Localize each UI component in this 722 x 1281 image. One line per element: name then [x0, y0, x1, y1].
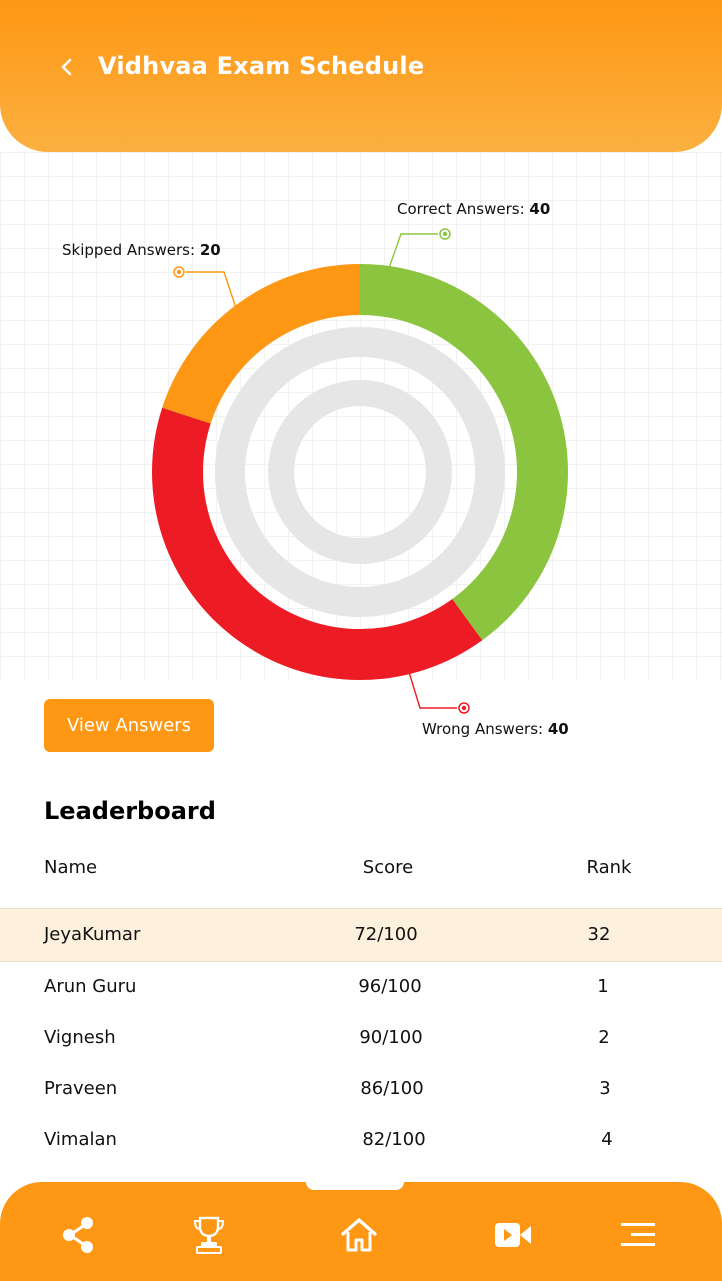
skipped-leader-line — [186, 271, 237, 309]
trophy-icon — [193, 1216, 225, 1254]
row-score: 96/100 — [358, 976, 422, 997]
skipped-answers-label: Skipped Answers: 20 — [62, 241, 221, 259]
row-rank: 3 — [599, 1078, 611, 1099]
nav-videos-button[interactable] — [491, 1213, 535, 1257]
row-rank: 2 — [598, 1027, 610, 1048]
answers-donut-chart: Correct Answers: 40 Skipped Answers: 20 … — [62, 200, 569, 738]
correct-answers-label: Correct Answers: 40 — [397, 200, 550, 218]
table-row-current-user[interactable]: JeyaKumar 72/100 32 — [0, 908, 722, 962]
nav-menu-button[interactable] — [616, 1213, 660, 1257]
wrong-answers-value: 40 — [548, 720, 569, 738]
table-row[interactable]: Praveen 86/100 3 — [0, 1063, 722, 1115]
row-name: Vignesh — [44, 1027, 116, 1048]
correct-answers-label-text: Correct Answers: — [397, 200, 529, 218]
row-name: Vimalan — [44, 1129, 117, 1150]
row-score: 82/100 — [362, 1129, 426, 1150]
sheet-handle[interactable] — [306, 1172, 404, 1190]
menu-icon — [621, 1223, 655, 1246]
row-score: 86/100 — [360, 1078, 424, 1099]
wrong-answers-label-text: Wrong Answers: — [422, 720, 548, 738]
table-row[interactable]: Vignesh 90/100 2 — [0, 1012, 722, 1064]
row-rank: 4 — [601, 1129, 613, 1150]
column-header-rank: Rank — [586, 857, 632, 878]
correct-answers-value: 40 — [529, 200, 550, 218]
row-rank: 32 — [587, 924, 611, 945]
inner-ring-inner — [268, 380, 452, 564]
row-score: 72/100 — [354, 924, 418, 945]
wrong-leader-line — [408, 671, 457, 709]
correct-leader-line — [388, 233, 438, 269]
home-icon — [341, 1218, 377, 1252]
wrong-answers-label: Wrong Answers: 40 — [422, 720, 569, 738]
correct-marker-dot — [442, 231, 448, 237]
table-row[interactable]: Vimalan 82/100 4 — [0, 1114, 722, 1166]
column-header-name: Name — [44, 857, 98, 878]
row-name: Arun Guru — [44, 976, 137, 997]
skipped-answers-label-text: Skipped Answers: — [62, 241, 200, 259]
column-header-score: Score — [362, 857, 414, 878]
video-camera-icon — [495, 1223, 531, 1247]
table-row[interactable]: Arun Guru 96/100 1 — [0, 961, 722, 1013]
row-name: JeyaKumar — [44, 924, 141, 945]
share-icon — [63, 1217, 93, 1253]
leaderboard-title: Leaderboard — [44, 797, 216, 825]
nav-home-button[interactable] — [337, 1213, 381, 1257]
row-name: Praveen — [44, 1078, 118, 1099]
nav-leaderboard-button[interactable] — [187, 1213, 231, 1257]
row-score: 90/100 — [359, 1027, 423, 1048]
wrong-marker-dot — [461, 705, 467, 711]
skipped-marker-dot — [176, 269, 182, 275]
view-answers-button[interactable]: View Answers — [44, 699, 214, 752]
row-rank: 1 — [597, 976, 609, 997]
leaderboard-header-row: Name Score Rank — [0, 848, 722, 888]
skipped-answers-value: 20 — [200, 241, 221, 259]
nav-share-button[interactable] — [56, 1213, 100, 1257]
